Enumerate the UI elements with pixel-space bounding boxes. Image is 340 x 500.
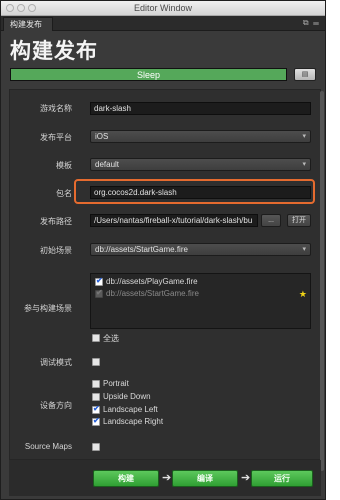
- portrait-label: Portrait: [103, 379, 129, 388]
- package-input[interactable]: org.cocos2d.dark-slash: [90, 186, 311, 199]
- portrait-checkbox[interactable]: [92, 380, 100, 388]
- arrow-right-icon: ➔: [162, 472, 172, 484]
- page-title: 构建发布: [10, 40, 98, 63]
- browse-path-button[interactable]: ...: [261, 214, 281, 227]
- source-maps-label: Source Maps: [24, 442, 72, 451]
- arrow-right-icon: ➔: [241, 472, 251, 484]
- checkmark-icon: ✔: [93, 404, 100, 413]
- editor-window: Editor Window 构建发布 ⧉ ☰ 构建发布 Sleep ▤ 游戏名称…: [0, 0, 326, 500]
- build-button[interactable]: 构建: [93, 470, 159, 487]
- compile-button[interactable]: 编译: [172, 470, 238, 487]
- landscape-right-label: Landscape Right: [103, 417, 164, 426]
- start-scene-label: 初始场景: [40, 246, 72, 255]
- menu-icon[interactable]: ☰: [313, 18, 319, 27]
- build-progress-bar: Sleep: [10, 68, 287, 81]
- template-label: 模板: [56, 161, 72, 170]
- window-title: Editor Window: [133, 3, 193, 13]
- tab-bar: 构建发布 ⧉ ☰: [1, 16, 325, 31]
- upside-down-label: Upside Down: [103, 392, 151, 401]
- run-button[interactable]: 运行: [251, 470, 313, 487]
- scene-checkbox[interactable]: ✔: [95, 276, 103, 286]
- upside-down-checkbox[interactable]: [92, 393, 100, 401]
- path-input[interactable]: /Users/nantas/fireball-x/tutorial/dark-s…: [90, 214, 258, 227]
- orientation-label: 设备方向: [40, 401, 72, 410]
- scene-item: db://assets/PlayGame.fire: [106, 277, 198, 286]
- checkmark-icon: ✔: [93, 416, 100, 425]
- build-log-button[interactable]: ▤: [294, 68, 316, 81]
- title-bar: Editor Window: [1, 1, 325, 16]
- platform-value: iOS: [95, 132, 109, 141]
- panel-menu-icons[interactable]: ⧉ ☰: [303, 18, 319, 28]
- chevron-down-icon: ▾: [302, 246, 306, 253]
- scene-checkbox: ✔: [95, 288, 103, 298]
- chevron-down-icon: ▾: [302, 133, 306, 140]
- scrollbar[interactable]: [320, 91, 324, 471]
- landscape-left-checkbox[interactable]: ✔: [92, 404, 100, 414]
- scene-item: db://assets/StartGame.fire: [106, 289, 199, 298]
- template-value: default: [95, 160, 120, 169]
- document-icon: ▤: [301, 71, 309, 78]
- platform-label: 发布平台: [40, 133, 72, 142]
- popout-icon[interactable]: ⧉: [303, 18, 309, 27]
- tab-build-publish[interactable]: 构建发布: [3, 17, 53, 31]
- select-all-checkbox[interactable]: [92, 334, 100, 342]
- start-scene-value: db://assets/StartGame.fire: [95, 245, 188, 254]
- checkmark-icon: ✔: [96, 288, 103, 297]
- landscape-right-checkbox[interactable]: ✔: [92, 416, 100, 426]
- game-name-label: 游戏名称: [40, 104, 72, 113]
- select-all-label: 全选: [103, 334, 119, 343]
- path-label: 发布路径: [40, 217, 72, 226]
- landscape-left-label: Landscape Left: [103, 405, 158, 414]
- scene-list: ✔ db://assets/PlayGame.fire ✔ db://asset…: [90, 273, 311, 329]
- chevron-down-icon: ▾: [302, 161, 306, 168]
- checkmark-icon: ✔: [96, 276, 103, 285]
- start-scene-select[interactable]: db://assets/StartGame.fire ▾: [90, 243, 311, 256]
- scenes-label: 参与构建场景: [24, 304, 72, 313]
- debug-label: 调试模式: [40, 358, 72, 367]
- game-name-input[interactable]: dark-slash: [90, 102, 311, 115]
- star-icon: ★: [298, 289, 307, 299]
- package-label: 包名: [56, 189, 72, 198]
- debug-checkbox[interactable]: [92, 358, 100, 366]
- template-select[interactable]: default ▾: [90, 158, 311, 171]
- open-path-button[interactable]: 打开: [287, 214, 311, 227]
- progress-status: Sleep: [136, 70, 161, 80]
- source-maps-checkbox[interactable]: [92, 443, 100, 451]
- platform-select[interactable]: iOS ▾: [90, 130, 311, 143]
